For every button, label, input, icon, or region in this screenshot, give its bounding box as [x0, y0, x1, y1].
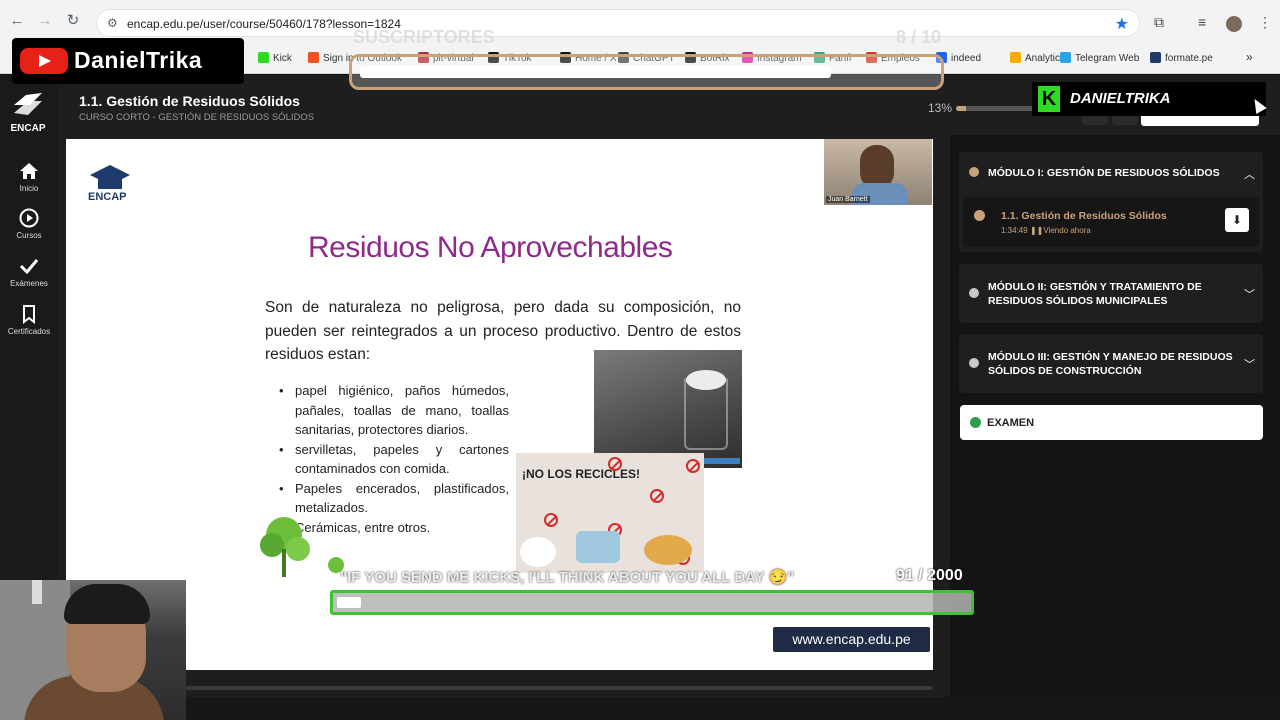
instructor-name: Juan Barnett: [826, 196, 870, 203]
lesson-title: 1.1. Gestión de Residuos Sólidos: [79, 93, 300, 109]
address-bar[interactable]: ⚙ encap.edu.pe/user/course/50460/178?les…: [96, 9, 1140, 37]
encap-logo-icon[interactable]: [12, 91, 44, 121]
bookmark-favicon-icon: [308, 52, 319, 63]
menu-kebab-icon[interactable]: ⋮: [1258, 14, 1272, 31]
lesson-item-title[interactable]: 1.1. Gestión de Residuos Sólidos: [1001, 210, 1167, 222]
home-icon: [20, 163, 38, 179]
bookmark-favicon-icon: [1060, 52, 1071, 63]
sidebar-item-examenes[interactable]: Exámenes: [0, 256, 58, 288]
module-title[interactable]: MÓDULO I: GESTIÓN DE RESIDUOS SÓLIDOS: [988, 166, 1220, 180]
check-circle-icon: [970, 417, 981, 428]
module-title[interactable]: MÓDULO III: GESTIÓN Y MANEJO DE RESIDUOS…: [988, 350, 1233, 378]
bookmark-item[interactable]: Analytics: [1010, 52, 1065, 64]
collage-caption: ¡NO LOS RECICLES!: [522, 467, 641, 481]
lesson-duration: 1:34:49: [1001, 226, 1028, 235]
exam-label: EXAMEN: [987, 417, 1035, 429]
screen: ← → ↻ ⚙ encap.edu.pe/user/course/50460/1…: [0, 0, 1280, 720]
instructor-camera: Juan Barnett: [824, 139, 932, 205]
prohibited-icon: [650, 489, 664, 503]
lesson-item-current[interactable]: 1.1. Gestión de Residuos Sólidos 1:34:49…: [963, 197, 1259, 247]
course-subtitle: CURSO CORTO - GESTIÓN DE RESIDUOS SÓLIDO…: [79, 112, 315, 123]
slide-title: Residuos No Aprovechables: [308, 231, 673, 264]
module-status-icon: [969, 358, 979, 368]
kick-channel-name: DANIELTRIKA: [1070, 90, 1171, 107]
kicks-goal-fill: [337, 597, 361, 608]
browser-toolbar: ← → ↻ ⚙ encap.edu.pe/user/course/50460/1…: [0, 0, 1280, 42]
progress-percent: 13%: [928, 101, 953, 115]
bookmark-item[interactable]: formate.pe: [1150, 52, 1213, 64]
sidebar-item-cursos[interactable]: Cursos: [0, 208, 58, 240]
module-status-icon: [969, 288, 979, 298]
bookmark-item[interactable]: Telegram Web: [1060, 52, 1139, 64]
chevron-down-icon[interactable]: ﹀: [1244, 286, 1255, 302]
chevron-up-icon[interactable]: ︿: [1244, 166, 1255, 182]
more-bookmarks-icon[interactable]: »: [1246, 50, 1253, 64]
bookmark-label: Kick: [273, 53, 292, 64]
download-icon[interactable]: ⬇: [1225, 208, 1249, 232]
module-title[interactable]: MÓDULO II: GESTIÓN Y TRATAMIENTO DE RESI…: [988, 280, 1228, 308]
module-2[interactable]: MÓDULO II: GESTIÓN Y TRATAMIENTO DE RESI…: [959, 264, 1263, 323]
bookmark-label: indeed: [951, 53, 982, 64]
exam-button[interactable]: EXAMEN: [960, 405, 1263, 440]
lesson-status-icon: [974, 210, 985, 221]
prohibited-icon: [686, 459, 700, 473]
horizontal-scrollbar[interactable]: [186, 686, 932, 690]
kicks-goal-bar: [330, 590, 974, 615]
subscribers-goal-bar: [349, 54, 944, 90]
kick-icon: K: [1038, 86, 1060, 112]
streamer-webcam: [0, 580, 186, 720]
kicks-goal-count: 91 / 2000: [896, 567, 963, 584]
lesson-status: Viendo ahora: [1043, 226, 1091, 235]
slide-logo-text: ENCAP: [88, 191, 127, 203]
now-playing-icon: ❚❚: [1029, 226, 1044, 235]
bookmark-label: Telegram Web: [1075, 53, 1140, 64]
sidebar-item-label: Exámenes: [10, 279, 48, 288]
kick-channel-badge: K DANIELTRIKA: [1032, 82, 1266, 116]
prohibited-icon: [608, 457, 622, 471]
subscribers-label: SUSCRIPTORES: [353, 27, 495, 47]
prohibited-icon: [544, 513, 558, 527]
reload-icon[interactable]: ↻: [64, 12, 82, 30]
channel-name: DanielTrika: [74, 47, 203, 73]
bookmark-favicon-icon: [258, 52, 269, 63]
bookmark-favicon-icon: [1010, 52, 1021, 63]
website-badge: www.encap.edu.pe: [773, 627, 930, 652]
bookmark-label: formate.pe: [1165, 53, 1213, 64]
slide-bullet: papel higiénico, paños húmedos, pañales,…: [279, 381, 509, 440]
forward-icon[interactable]: →: [36, 12, 54, 30]
chevron-down-icon[interactable]: ﹀: [1244, 356, 1255, 372]
sidebar-item-label: Certificados: [7, 327, 51, 336]
check-icon: [19, 259, 39, 275]
bookmark-star-icon[interactable]: ★: [1115, 14, 1129, 34]
kicks-goal-message: "IF YOU SEND ME KICKS, I'LL THINK ABOUT …: [340, 569, 795, 586]
slide-bullet: servilletas, papeles y cartones contamin…: [279, 440, 509, 479]
profile-avatar[interactable]: [1226, 16, 1242, 32]
bookmark-favicon-icon: [1150, 52, 1161, 63]
back-icon[interactable]: ←: [8, 12, 26, 30]
bottom-bar: [0, 697, 1280, 720]
bookmark-item[interactable]: Kick: [258, 52, 292, 64]
bookmark-icon: [23, 305, 35, 324]
bookmark-label: Analytics: [1025, 53, 1066, 64]
sidebar-item-label: Cursos: [16, 231, 42, 240]
play-circle-icon: [19, 208, 39, 228]
subscribers-count: 8 / 10: [896, 27, 942, 47]
reading-list-icon[interactable]: ≡: [1198, 14, 1206, 30]
lesson-item-meta: 1:34:49 ❚❚Viendo ahora: [1001, 226, 1091, 235]
no-recycle-collage: ¡NO LOS RECICLES!: [516, 453, 704, 573]
trash-bin-photo: [594, 350, 742, 468]
progress-bar-fill: [956, 106, 967, 111]
youtube-channel-badge: DanielTrika: [12, 38, 244, 84]
progress-bar: [956, 106, 1036, 111]
youtube-icon: [18, 46, 70, 76]
sidebar-logo-text: ENCAP: [10, 123, 46, 134]
extensions-icon[interactable]: ⧉: [1154, 14, 1164, 31]
subscribers-goal-fill: [360, 66, 832, 78]
sidebar-item-label: Inicio: [19, 184, 39, 193]
module-3[interactable]: MÓDULO III: GESTIÓN Y MANEJO DE RESIDUOS…: [959, 334, 1263, 393]
site-settings-icon[interactable]: ⚙: [107, 16, 118, 30]
module-status-icon: [969, 167, 979, 177]
sidebar-item-inicio[interactable]: Inicio: [0, 161, 58, 193]
sidebar-item-certificados[interactable]: Certificados: [0, 304, 58, 336]
